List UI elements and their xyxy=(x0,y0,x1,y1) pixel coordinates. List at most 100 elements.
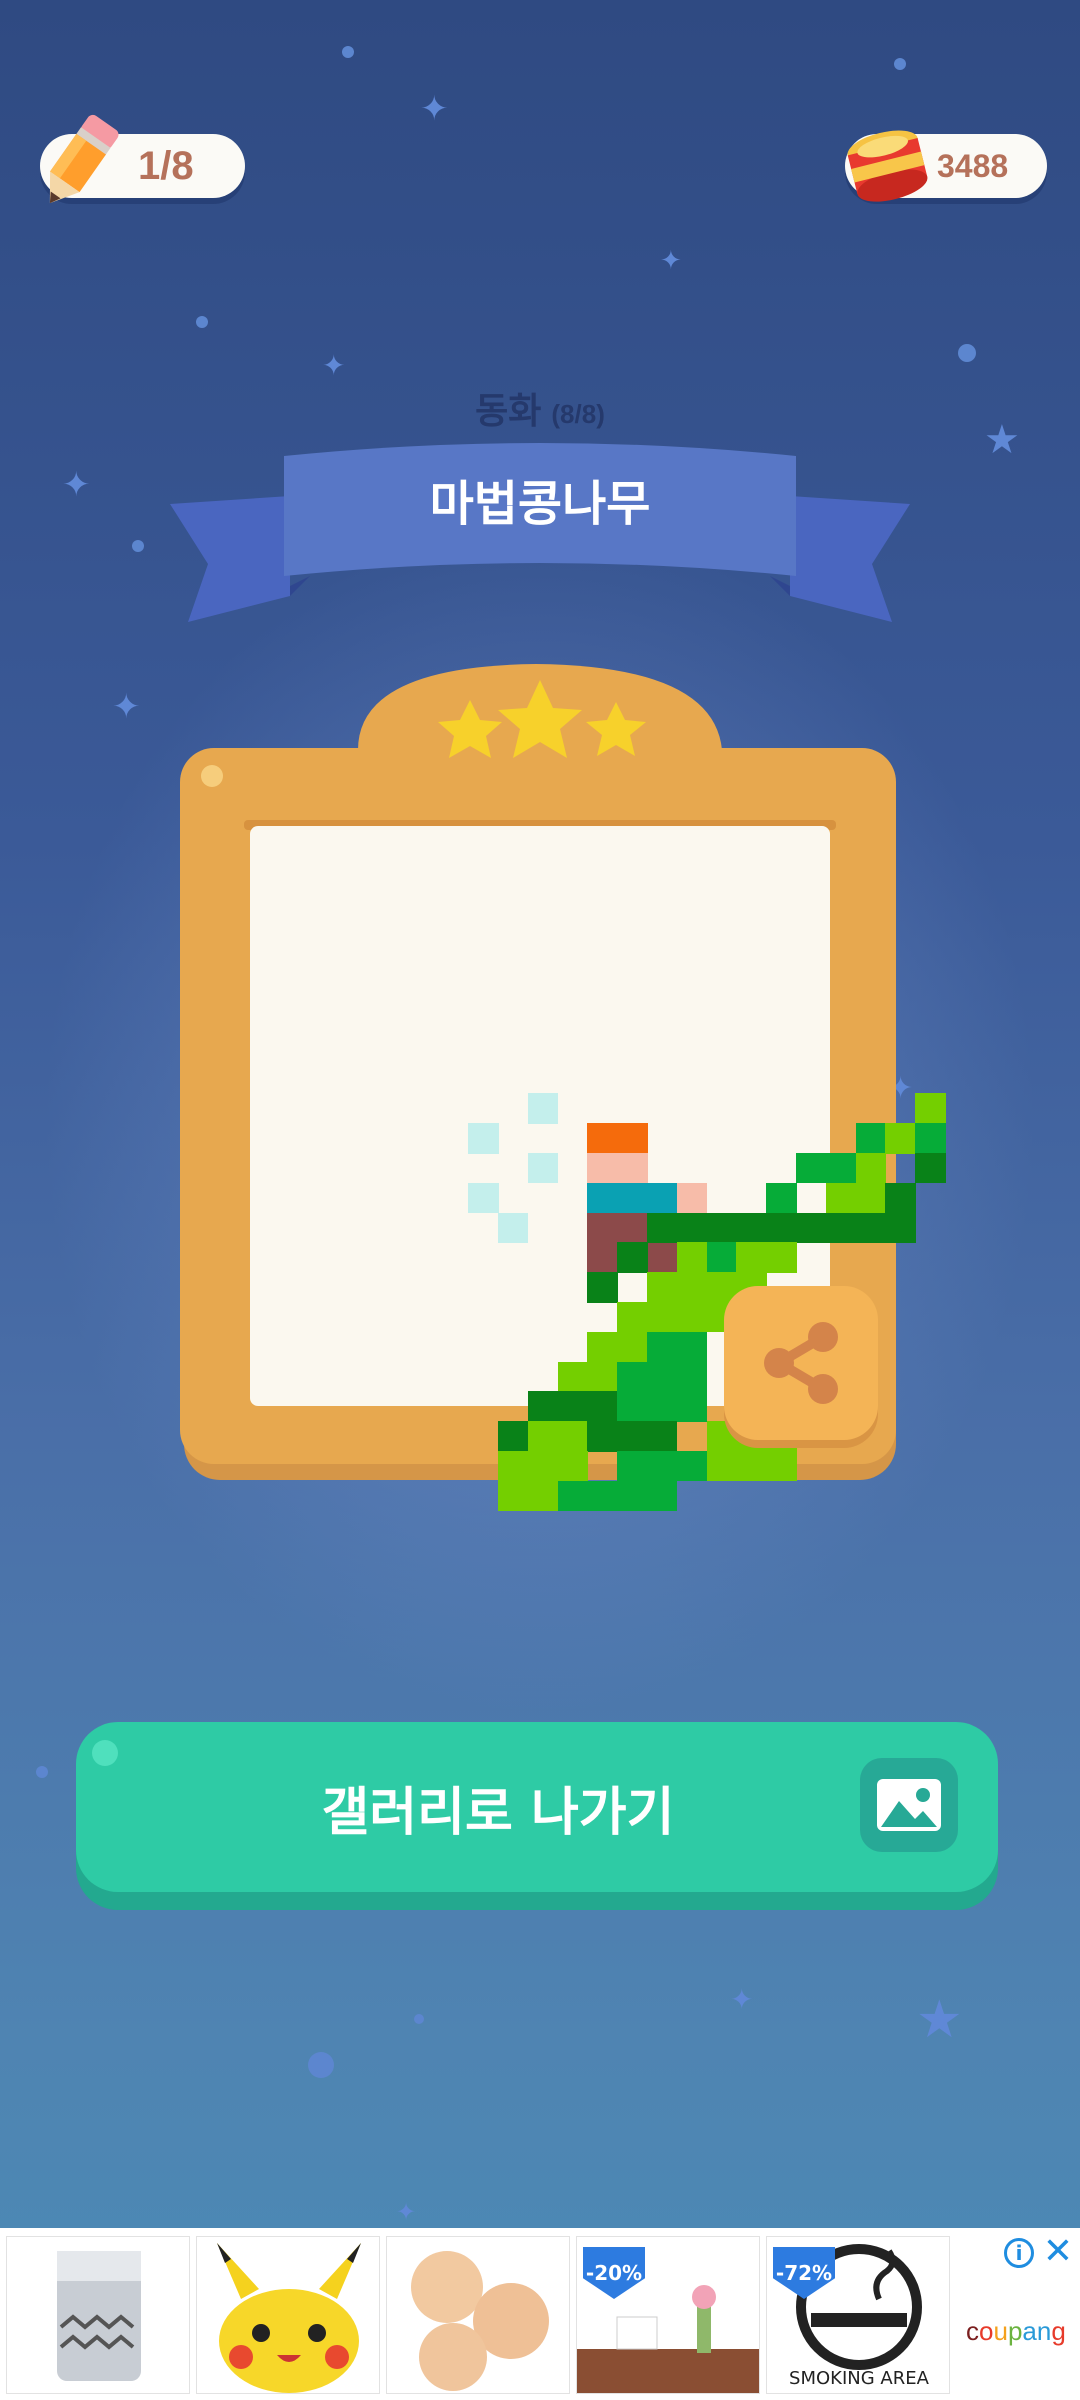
ad-brand-logo: coupang xyxy=(966,2316,1066,2346)
pixel-cell xyxy=(647,1391,678,1422)
pixel-cell xyxy=(647,1302,678,1333)
sparkle-icon: ★ xyxy=(916,1990,963,2050)
pixel-cell xyxy=(706,1212,737,1243)
pixel-cell xyxy=(676,1361,708,1392)
gallery-button-label: 갤러리로 나가기 xyxy=(321,1782,675,1843)
category-progress: (8/8) xyxy=(551,399,605,429)
sparkle-icon: ✦ xyxy=(112,687,141,727)
pixel-cell xyxy=(885,1123,916,1154)
pixel-cell xyxy=(915,1153,946,1184)
pixel-cell xyxy=(557,1391,588,1422)
pixel-cell xyxy=(706,1451,737,1482)
pixel-cell xyxy=(617,1212,648,1243)
pixel-cell xyxy=(617,1421,648,1452)
pixel-cell xyxy=(617,1302,648,1333)
pixel-cell xyxy=(885,1182,916,1214)
pixel-cell xyxy=(676,1212,708,1243)
pixel-cell xyxy=(498,1480,529,1512)
pencil-icon xyxy=(49,114,119,204)
background-dot xyxy=(894,58,906,70)
pixel-cell xyxy=(855,1212,886,1243)
close-icon[interactable]: ✕ xyxy=(1040,2234,1076,2270)
ad-product-flower-frame[interactable]: -20% xyxy=(576,2236,760,2394)
pixel-cell xyxy=(766,1182,797,1214)
pixel-cell xyxy=(915,1093,946,1124)
ad-product-caption: SMOKING AREA xyxy=(789,2368,929,2389)
sparkle-icon: ✦ xyxy=(660,246,682,276)
pixel-cell xyxy=(498,1421,529,1452)
star-icon xyxy=(594,716,634,756)
ad-product-pikachu[interactable] xyxy=(196,2236,380,2394)
pixel-cell xyxy=(587,1153,618,1184)
pixel-cell xyxy=(647,1242,678,1273)
info-icon[interactable]: i xyxy=(1004,2238,1034,2268)
pixel-cell xyxy=(676,1391,708,1422)
sparkle-icon: ✦ xyxy=(322,349,346,382)
star-icon xyxy=(440,712,480,752)
pencil-count: 1/8 xyxy=(138,143,194,188)
pixel-cell xyxy=(647,1480,678,1512)
category-label: 동화 (8/8) xyxy=(0,382,1080,434)
pixel-cell xyxy=(855,1182,886,1214)
pixel-cell xyxy=(498,1451,529,1482)
pixel-cell xyxy=(468,1182,499,1214)
ad-product-pencil-holder[interactable] xyxy=(6,2236,190,2394)
pixel-cell xyxy=(647,1331,678,1363)
ad-product-smoking-sign[interactable]: -72% SMOKING AREA xyxy=(766,2236,950,2394)
background-dot xyxy=(958,344,976,362)
sparkle-icon: ✦ xyxy=(730,1983,754,2016)
pixel-cell xyxy=(706,1242,737,1273)
pixel-cell xyxy=(587,1123,618,1154)
pixel-cell xyxy=(676,1182,708,1214)
pixel-cell xyxy=(587,1361,618,1392)
pixel-cell xyxy=(617,1153,648,1184)
pixel-cell xyxy=(617,1331,648,1363)
background-dot xyxy=(414,2014,424,2024)
pixel-cell xyxy=(676,1451,708,1482)
pixel-cell xyxy=(766,1242,797,1273)
background-dot xyxy=(308,2052,334,2078)
share-button[interactable] xyxy=(724,1286,878,1440)
pixel-cell xyxy=(796,1153,827,1184)
pixel-cell xyxy=(647,1421,678,1452)
share-icon xyxy=(764,1322,838,1404)
sparkle-icon: ✦ xyxy=(396,2198,417,2226)
pixel-cell xyxy=(527,1153,559,1184)
pixel-cell xyxy=(617,1242,648,1273)
pixel-cell xyxy=(587,1480,618,1512)
pixel-cell xyxy=(527,1480,559,1512)
pixel-cell xyxy=(617,1361,648,1392)
pixel-cell xyxy=(736,1242,767,1273)
pixel-cell xyxy=(885,1212,916,1243)
pixel-cell xyxy=(617,1451,648,1482)
pixel-cell xyxy=(527,1421,559,1452)
pixel-cell xyxy=(557,1451,588,1482)
background-dot xyxy=(342,46,354,58)
ad-banner[interactable]: -20% -72% SMOKING AREA i ✕ coupang xyxy=(0,2228,1080,2400)
pixel-cell xyxy=(766,1451,797,1482)
pixel-cell xyxy=(647,1272,678,1303)
pixel-cell xyxy=(647,1182,678,1214)
pixel-cell xyxy=(587,1182,618,1214)
pixel-cell xyxy=(527,1451,559,1482)
go-to-gallery-button[interactable]: 갤러리로 나가기 xyxy=(76,1722,998,1892)
pixel-cell xyxy=(825,1182,857,1214)
pixel-cell xyxy=(557,1480,588,1512)
ad-product-snack[interactable] xyxy=(386,2236,570,2394)
pixel-cell xyxy=(676,1331,708,1363)
pixel-cell xyxy=(587,1331,618,1363)
pixel-cell xyxy=(617,1391,648,1422)
pixel-cell xyxy=(587,1421,618,1452)
pixel-cell xyxy=(736,1451,767,1482)
pixel-cell xyxy=(825,1153,857,1184)
pixel-cell xyxy=(796,1212,827,1243)
pixel-cell xyxy=(676,1302,708,1333)
pixel-cell xyxy=(825,1212,857,1243)
pixel-cell xyxy=(617,1480,648,1512)
pixel-cell xyxy=(617,1123,648,1154)
pixel-cell xyxy=(557,1361,588,1392)
pixel-cell xyxy=(527,1093,559,1124)
pixel-cell xyxy=(527,1391,559,1422)
category-name: 동화 xyxy=(475,390,542,431)
pixel-cell xyxy=(766,1212,797,1243)
